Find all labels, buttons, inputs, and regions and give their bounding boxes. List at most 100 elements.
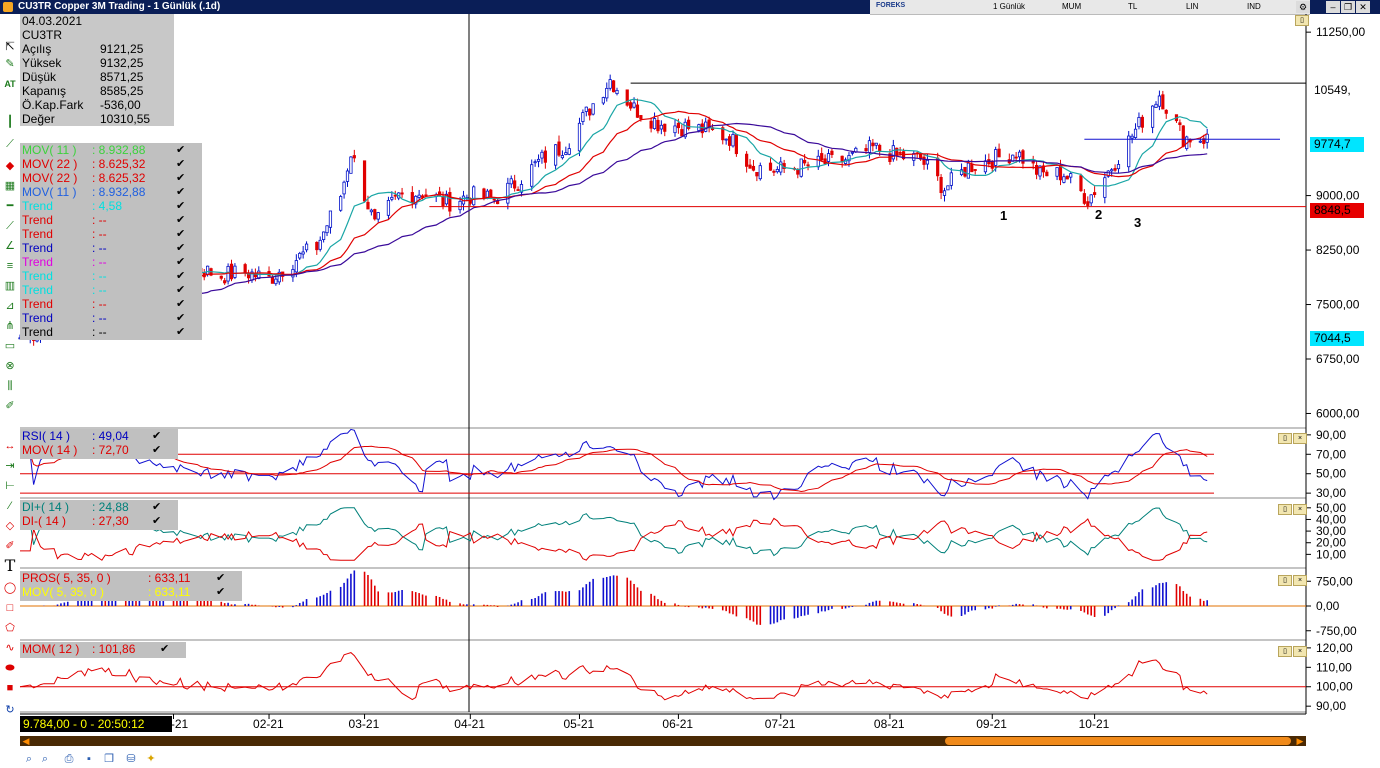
zoom-in-icon[interactable]: ⌕ [22,752,36,766]
di-legend[interactable]: DI+( 14 ): 24,88 ✔ DI-( 14 ): 27,30 ✔ [20,500,178,530]
price-legend-check-icon-4[interactable]: ✔ [176,199,185,213]
print-icon[interactable]: ⎙ [62,752,76,766]
bottom-toolbar: ⌕ ⌕ ⎙ ▪ ❐ ⛁ ✦ [20,750,220,768]
pros-legend-check-icon-1[interactable]: ✔ [216,585,225,599]
time-axis-tick-4: 05-21 [563,717,594,731]
magic-icon[interactable]: ✦ [144,752,158,766]
ohlc-info-panel: 04.03.2021 CU3TR Açılış 9121,25 Yüksek 9… [20,14,174,126]
rsi-legend[interactable]: RSI( 14 ): 49,04 ✔ MOV( 14 ): 72,70 ✔ [20,429,178,459]
time-axis-tick-3: 04-21 [454,717,485,731]
mom-legend-check-icon-0[interactable]: ✔ [160,642,169,656]
price-legend-check-icon-5[interactable]: ✔ [176,213,185,227]
candle-body [803,159,807,164]
rsi-legend-check-icon-0[interactable]: ✔ [152,429,161,443]
candle-body [1127,135,1131,168]
di-legend-name-0: DI+( 14 ) [22,500,70,514]
scrollbar-thumb[interactable] [945,737,1291,745]
info-open-label: Açılış [22,42,52,56]
price-legend-check-icon-11[interactable]: ✔ [176,297,185,311]
candle-body [727,136,732,146]
mom-panel-button[interactable]: ▯ [1278,646,1292,657]
rsi-axis-tick-1: 70,00 [1316,447,1346,461]
candle-body [652,118,657,130]
price-legend-check-icon-3[interactable]: ✔ [176,185,185,199]
mom-legend[interactable]: MOM( 12 ): 101,86 ✔ [20,642,186,658]
di-legend-check-icon-0[interactable]: ✔ [152,500,161,514]
chart-canvas[interactable]: 11250,00 9000,00 8250,00 7500,00 6750,00 6000… [0,0,1380,768]
candle-body [1161,94,1165,110]
pattern-mark-2: 2 [1095,207,1103,222]
price-legend-check-icon-8[interactable]: ✔ [176,255,185,269]
candle-body [758,165,762,180]
price-axis-tick-5: 7500,00 [1316,298,1360,312]
di-legend-value-0: : 24,88 [92,500,129,514]
save-icon[interactable]: ▪ [82,752,96,766]
price-legend-check-icon-13[interactable]: ✔ [176,325,185,339]
candle-body [581,112,585,122]
candle-body [219,275,223,279]
zoom-out-icon[interactable]: ⌕ [38,752,52,766]
candle-body [1164,109,1168,114]
price-axis-tick-3: 9000,00 [1316,189,1360,203]
pros-panel-button[interactable]: ▯ [1278,575,1292,586]
candle-body [942,190,947,196]
scroll-left-arrow[interactable]: ◀ [21,736,31,746]
mom-axis-tick-1: 110,00 [1316,660,1352,674]
database-icon[interactable]: ⛁ [124,752,138,766]
price-legend-name-4: Trend [22,199,53,213]
candle-body [850,151,854,154]
candle-body [922,156,926,165]
pros-legend-value-0: : 633,11 [148,571,191,585]
rsi-panel-button[interactable]: ▯ [1278,433,1292,444]
price-legend-value-13: : -- [92,325,107,339]
candle-body [1154,103,1158,108]
rsi-legend-check-icon-1[interactable]: ✔ [152,443,161,457]
copy-icon[interactable]: ❐ [102,752,116,766]
scroll-right-arrow[interactable]: ▶ [1295,736,1305,746]
candle-body [973,169,977,171]
candle-body [410,192,414,203]
di-legend-check-icon-1[interactable]: ✔ [152,514,161,528]
mom-panel-close[interactable]: × [1293,646,1307,657]
price-legend-check-icon-7[interactable]: ✔ [176,241,185,255]
price-legend-name-0: MOV( 11 ) [22,143,77,157]
pros-legend[interactable]: PROS( 5, 35, 0 ): 633,11 ✔ MOV( 5, 35, 0 )… [20,571,242,601]
info-value-value: 10310,55 [100,112,151,126]
price-legend-check-icon-2[interactable]: ✔ [176,171,185,185]
pros-legend-check-icon-0[interactable]: ✔ [216,571,225,585]
price-legend-name-8: Trend [22,255,53,269]
price-legend-check-icon-10[interactable]: ✔ [176,283,185,297]
rsi-legend-value-1: : 72,70 [92,443,129,457]
rsi-panel-close[interactable]: × [1293,433,1307,444]
price-legend-check-icon-12[interactable]: ✔ [176,311,185,325]
di-panel-close[interactable]: × [1293,504,1307,515]
price-indicator-legend[interactable]: MOV( 11 ): 8.932,88 ✔ MOV( 22 ): 8.625,32 ✔… [20,143,202,340]
price-legend-check-icon-6[interactable]: ✔ [176,227,185,241]
pros-legend-value-1: : 633,11 [148,585,191,599]
candle-body [1035,165,1039,175]
candle-body [533,161,537,164]
candle-body [298,252,302,259]
price-legend-check-icon-1[interactable]: ✔ [176,157,185,171]
candle-body [1150,105,1155,128]
candle-body [270,276,275,284]
candle-body [1058,165,1063,181]
candle-body [629,102,633,109]
price-panel-button[interactable]: ▯ [1295,15,1309,26]
mom-axis-tick-3: 90,00 [1316,699,1346,713]
price-legend-name-2: MOV( 22 ) [22,171,78,185]
mom-line [19,652,1208,701]
price-legend-check-icon-9[interactable]: ✔ [176,269,185,283]
candle-body [1133,128,1138,138]
candle-body [946,185,950,191]
candle-body [390,196,394,200]
di-panel-button[interactable]: ▯ [1278,504,1292,515]
candle-body [1045,171,1049,177]
price-legend-check-icon-0[interactable]: ✔ [176,143,185,157]
candle-body [516,189,520,191]
candle-body [748,164,752,169]
candle-body [734,134,739,155]
info-close-value: 8585,25 [100,84,144,98]
pros-panel-close[interactable]: × [1293,575,1307,586]
candle-body [1198,140,1202,143]
